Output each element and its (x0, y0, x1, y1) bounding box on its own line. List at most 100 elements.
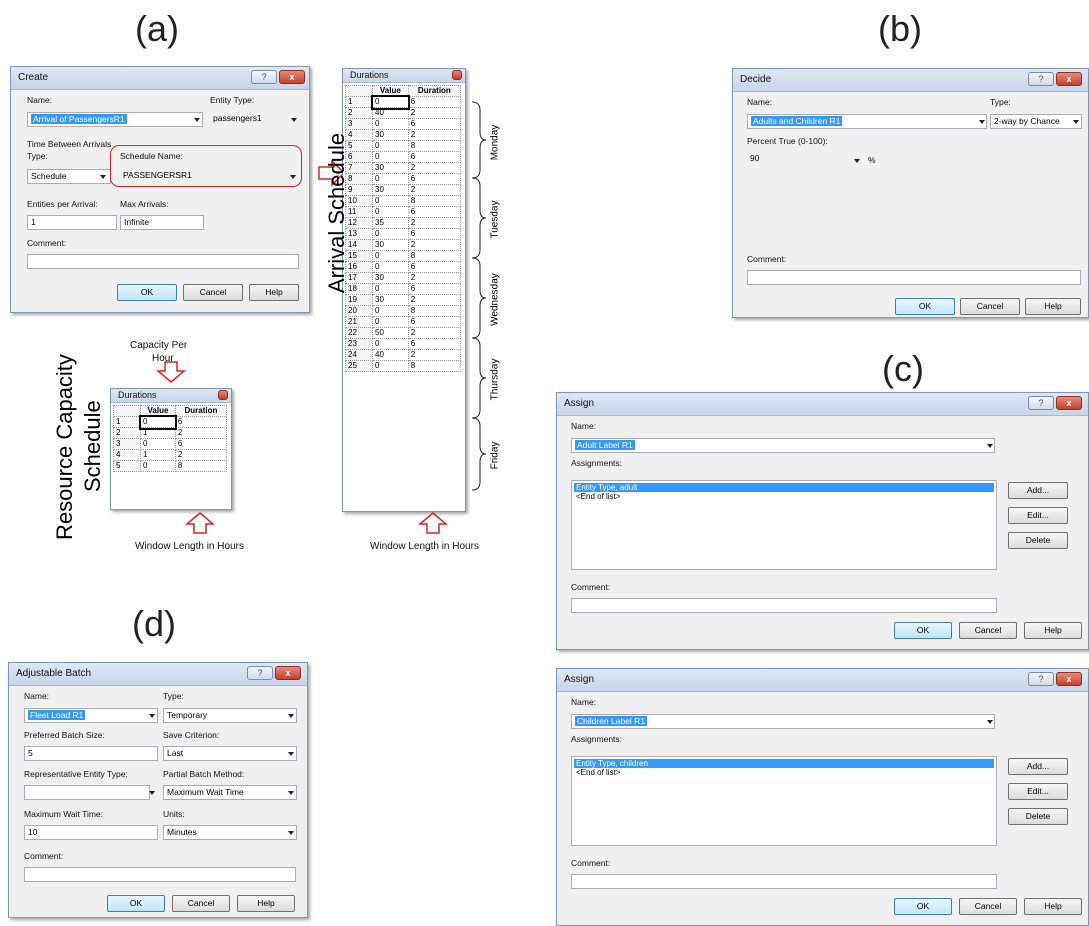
table-row[interactable]: 508 (113, 460, 228, 472)
value-cell[interactable]: 0 (372, 140, 409, 152)
table-row[interactable]: 508 (345, 140, 462, 152)
preferred-batch-size-field[interactable]: 5 (24, 746, 158, 761)
value-cell[interactable]: 30 (372, 184, 409, 196)
table-row[interactable]: 306 (113, 438, 228, 450)
duration-cell[interactable]: 2 (174, 427, 228, 439)
value-cell[interactable]: 40 (372, 107, 409, 119)
value-cell[interactable]: 0 (372, 283, 409, 295)
duration-cell[interactable]: 6 (407, 228, 462, 240)
value-cell[interactable]: 0 (370, 94, 411, 110)
name-combobox[interactable]: Adults and Children R1 (747, 114, 987, 129)
chevron-down-icon[interactable] (288, 714, 294, 718)
table-row[interactable]: 14 30 2 (345, 239, 462, 251)
table-row[interactable]: 212 (113, 427, 228, 439)
name-combobox[interactable]: Fleet Load R1 (24, 708, 158, 723)
help-icon[interactable]: ? (251, 70, 277, 84)
entity-type-select[interactable]: passengers1 (210, 112, 298, 127)
value-cell[interactable]: 40 (372, 349, 409, 361)
duration-cell[interactable]: 2 (407, 327, 462, 339)
table-row[interactable]: 306 (345, 118, 462, 130)
duration-cell[interactable]: 2 (174, 449, 228, 461)
cancel-button[interactable]: Cancel (959, 898, 1017, 915)
value-cell[interactable]: 35 (372, 217, 409, 229)
table-row[interactable]: 12 35 2 (345, 217, 462, 229)
table-row[interactable]: 7 30 2 (345, 162, 462, 174)
duration-cell[interactable]: 2 (407, 239, 462, 251)
cancel-button[interactable]: Cancel (172, 895, 230, 912)
value-cell[interactable]: 0 (372, 206, 409, 218)
chevron-down-icon[interactable] (854, 159, 860, 163)
ok-button[interactable]: OK (894, 622, 952, 639)
value-cell[interactable]: 0 (372, 316, 409, 328)
value-cell[interactable]: 30 (372, 239, 409, 251)
duration-cell[interactable]: 2 (407, 184, 462, 196)
duration-cell[interactable]: 8 (407, 305, 462, 317)
comment-field[interactable] (24, 867, 296, 882)
value-cell[interactable]: 0 (372, 173, 409, 185)
delete-button[interactable]: Delete (1008, 808, 1068, 825)
name-combobox[interactable]: Adult Label R1 (571, 438, 995, 453)
help-button[interactable]: Help (249, 284, 299, 301)
table-row[interactable]: 13 0 6 (345, 228, 462, 240)
duration-cell[interactable]: 6 (407, 173, 462, 185)
duration-cell[interactable]: 6 (407, 283, 462, 295)
value-cell[interactable]: 0 (372, 360, 409, 372)
value-cell[interactable]: 0 (372, 195, 409, 207)
value-cell[interactable]: 1 (140, 427, 176, 439)
table-row[interactable]: 4 30 2 (345, 129, 462, 141)
chevron-down-icon[interactable] (149, 714, 155, 718)
chevron-down-icon[interactable] (288, 791, 294, 795)
partial-batch-method-select[interactable]: Maximum Wait Time (163, 785, 297, 800)
value-cell[interactable]: 0 (372, 305, 409, 317)
chevron-down-icon[interactable] (100, 175, 106, 179)
help-button[interactable]: Help (1024, 898, 1082, 915)
chevron-down-icon[interactable] (291, 118, 297, 122)
ok-button[interactable]: OK (107, 895, 165, 912)
ok-button[interactable]: OK (894, 898, 952, 915)
comment-field[interactable] (571, 598, 997, 613)
table-row[interactable]: 20 0 8 (345, 305, 462, 317)
close-icon[interactable]: x (1056, 72, 1082, 86)
value-cell[interactable]: 30 (372, 129, 409, 141)
cancel-button[interactable]: Cancel (960, 298, 1020, 315)
duration-cell[interactable]: 8 (174, 460, 228, 472)
table-row[interactable]: 10 0 8 (345, 195, 462, 207)
duration-cell[interactable]: 6 (174, 438, 228, 450)
edit-button[interactable]: Edit... (1008, 783, 1068, 800)
list-item[interactable]: <End of list> (574, 492, 994, 501)
value-cell[interactable]: 30 (372, 162, 409, 174)
value-cell[interactable]: 0 (140, 438, 176, 450)
close-icon[interactable]: x (275, 666, 301, 680)
table-row[interactable]: 11 0 6 (345, 206, 462, 218)
chevron-down-icon[interactable] (288, 752, 294, 756)
help-icon[interactable]: ? (247, 666, 273, 680)
value-cell[interactable]: 30 (372, 294, 409, 306)
value-cell[interactable]: 50 (372, 327, 409, 339)
type-select[interactable]: 2-way by Chance (990, 114, 1082, 129)
duration-cell[interactable]: 6 (407, 96, 462, 108)
comment-field[interactable] (747, 270, 1081, 285)
chevron-down-icon[interactable] (149, 791, 155, 795)
duration-cell[interactable]: 8 (407, 195, 462, 207)
help-button[interactable]: Help (237, 895, 295, 912)
value-cell[interactable]: 1 (140, 449, 176, 461)
max-arrivals-field[interactable]: Infinite (120, 215, 204, 230)
table-row[interactable]: 18 0 6 (345, 283, 462, 295)
duration-cell[interactable]: 6 (407, 316, 462, 328)
chevron-down-icon[interactable] (1073, 120, 1079, 124)
duration-cell[interactable]: 2 (407, 294, 462, 306)
save-criterion-select[interactable]: Last (163, 746, 297, 761)
value-cell[interactable]: 0 (372, 228, 409, 240)
ok-button[interactable]: OK (117, 284, 177, 301)
duration-cell[interactable]: 6 (407, 118, 462, 130)
table-row[interactable]: 106 (113, 414, 228, 430)
units-select[interactable]: Minutes (163, 825, 297, 840)
duration-cell[interactable]: 2 (407, 217, 462, 229)
arrival-durations-table[interactable]: Value Duration 1 0 6 2 40 2 3 0 6 4 30 2 5 0 8 6 0 6 7 30 2 8… (345, 85, 462, 372)
type-select[interactable]: Schedule (27, 169, 111, 184)
value-cell[interactable]: 0 (372, 261, 409, 273)
help-button[interactable]: Help (1025, 298, 1081, 315)
table-row[interactable]: 19 30 2 (345, 294, 462, 306)
value-cell[interactable]: 0 (372, 151, 409, 163)
table-row[interactable]: 9 30 2 (345, 184, 462, 196)
